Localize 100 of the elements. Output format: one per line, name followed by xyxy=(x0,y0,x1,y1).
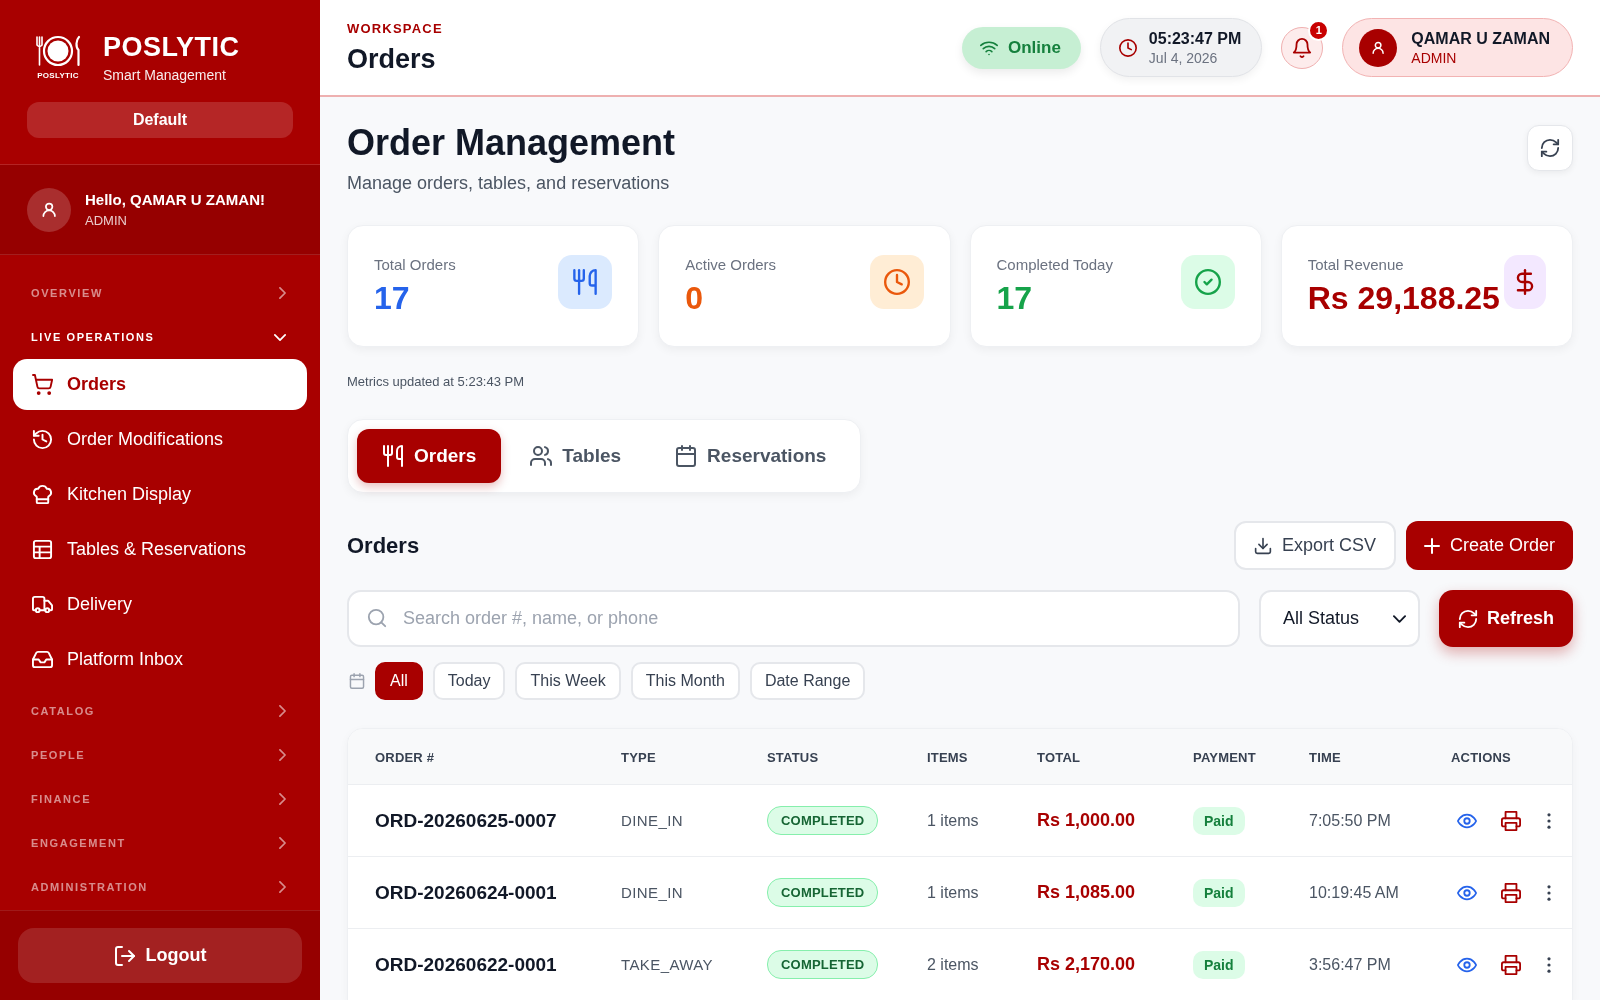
order-number: ORD-20260624-0001 xyxy=(375,881,557,903)
stat-label: Completed Today xyxy=(996,256,1113,274)
nav-item[interactable]: Tables & Reservations xyxy=(13,524,307,575)
search-field[interactable]: Search order #, name, or phone xyxy=(347,590,1240,647)
clock-icon xyxy=(1118,38,1137,57)
column-header: ORDER # xyxy=(375,749,435,765)
table-icon xyxy=(32,539,53,560)
nav-item[interactable]: Order Modifications xyxy=(13,414,307,465)
stat-label: Total Revenue xyxy=(1307,256,1404,274)
order-type: DINE_IN xyxy=(621,883,683,901)
avatar-icon xyxy=(27,187,71,232)
create-order-button[interactable]: Create Order xyxy=(1405,521,1573,570)
nav-item[interactable]: Orders xyxy=(13,359,307,410)
chevron-down-icon xyxy=(1393,614,1406,623)
truck-icon xyxy=(32,594,53,615)
clock-time: 05:23:47 PM xyxy=(1148,28,1242,48)
payment-badge: Paid xyxy=(1193,950,1245,979)
order-type: DINE_IN xyxy=(621,811,683,829)
metrics-note: Metrics updated at 5:23:43 PM xyxy=(347,373,525,391)
order-number: ORD-20260622-0001 xyxy=(375,953,557,975)
page-heading: Order Management xyxy=(347,123,676,163)
calendar-icon xyxy=(675,445,698,467)
view-tab[interactable]: Orders xyxy=(357,429,502,483)
column-header: TOTAL xyxy=(1037,749,1081,765)
order-total: Rs 1,085.00 xyxy=(1037,882,1136,902)
nav-item[interactable]: Delivery xyxy=(13,579,307,630)
status-badge: COMPLETED xyxy=(767,806,879,835)
stat-label: Total Orders xyxy=(374,256,456,274)
status-badge: COMPLETED xyxy=(767,878,879,907)
branch-button[interactable]: Default xyxy=(27,102,293,138)
export-button[interactable]: Export CSV xyxy=(1233,521,1396,570)
printer-icon xyxy=(1501,810,1521,831)
order-type: TAKE_AWAY xyxy=(621,955,713,973)
section-title: Orders xyxy=(347,532,420,559)
view-tab[interactable]: Reservations xyxy=(650,429,852,483)
nav-section-header[interactable]: LIVE OPERATIONS xyxy=(0,315,320,359)
brand-tagline: Smart Management xyxy=(103,66,226,84)
nav-item[interactable]: Kitchen Display xyxy=(13,469,307,520)
refresh-icon xyxy=(1458,608,1478,629)
order-time: 7:05:50 PM xyxy=(1309,811,1391,829)
payment-badge: Paid xyxy=(1193,878,1245,907)
user-name: QAMAR U ZAMAN xyxy=(1411,28,1550,48)
kebab-icon xyxy=(1547,884,1551,901)
status-select[interactable]: All Status xyxy=(1259,590,1420,647)
order-time: 10:19:45 AM xyxy=(1309,883,1399,901)
chevron-right-icon xyxy=(279,837,286,849)
logo-caption: POSLYTIC xyxy=(37,71,79,80)
logout-button[interactable]: Logout xyxy=(18,928,302,983)
view-tab[interactable]: Tables xyxy=(505,429,647,483)
user-role: ADMIN xyxy=(1411,49,1457,67)
calendar-icon xyxy=(349,673,365,689)
date-filter-chip[interactable]: All xyxy=(375,662,423,700)
clock-icon xyxy=(869,255,924,309)
greeting-text: Hello, QAMAR U ZAMAN! xyxy=(85,190,265,209)
date-filter-chip[interactable]: This Week xyxy=(515,662,621,700)
bell-icon xyxy=(1292,37,1313,58)
search-icon xyxy=(367,608,387,628)
plus-icon xyxy=(1423,537,1440,554)
date-filter-chip[interactable]: This Month xyxy=(630,662,740,700)
page-eyebrow: WORKSPACE xyxy=(347,20,443,37)
utensils-icon xyxy=(382,445,404,467)
printer-icon xyxy=(1501,954,1521,975)
clock-date: Jul 4, 2026 xyxy=(1148,49,1218,67)
date-filter-chip[interactable]: Date Range xyxy=(749,662,866,700)
refresh-button[interactable]: Refresh xyxy=(1439,590,1573,647)
users-icon xyxy=(530,445,553,467)
user-role: ADMIN xyxy=(85,213,127,229)
column-header: ITEMS xyxy=(927,749,968,765)
column-header: STATUS xyxy=(767,749,819,765)
kebab-icon xyxy=(1547,956,1551,973)
connection-label: Online xyxy=(1007,37,1061,58)
notification-count: 1 xyxy=(1308,19,1330,41)
chevron-right-icon xyxy=(279,705,286,717)
column-header: ACTIONS xyxy=(1451,749,1511,765)
kebab-icon xyxy=(1547,812,1551,829)
order-total: Rs 2,170.00 xyxy=(1037,954,1136,974)
avatar-icon xyxy=(1359,28,1398,67)
printer-icon xyxy=(1501,882,1521,903)
chevron-right-icon xyxy=(279,881,286,893)
refresh-button[interactable] xyxy=(1527,125,1573,171)
column-header: TYPE xyxy=(621,749,656,765)
item-count: 1 items xyxy=(927,883,979,901)
chef-hat-icon xyxy=(32,484,53,505)
item-count: 2 items xyxy=(927,955,979,973)
item-count: 1 items xyxy=(927,811,979,829)
user-chip[interactable]: QAMAR U ZAMAN ADMIN xyxy=(1342,18,1573,77)
nav-item[interactable]: Platform Inbox xyxy=(13,634,307,685)
chevron-right-icon xyxy=(279,287,286,299)
stat-value: 17 xyxy=(374,280,410,316)
stat-value: Rs 29,188.25 xyxy=(1307,280,1500,316)
wifi-icon xyxy=(979,38,998,57)
status-badge: COMPLETED xyxy=(767,950,879,979)
chevron-down-icon xyxy=(274,333,286,341)
refresh-icon xyxy=(1540,138,1560,158)
chevron-right-icon xyxy=(279,749,286,761)
history-icon xyxy=(32,429,53,450)
column-header: PAYMENT xyxy=(1193,749,1256,765)
date-filter-chip[interactable]: Today xyxy=(432,662,506,700)
stat-value: 0 xyxy=(685,280,704,316)
order-number: ORD-20260625-0007 xyxy=(375,809,557,831)
